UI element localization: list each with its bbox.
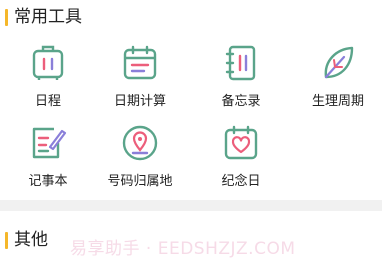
section-divider (0, 200, 382, 211)
section-title: 常用工具 (14, 6, 82, 27)
tool-memo[interactable]: 备忘录 (193, 40, 289, 120)
section-title: 其他 (14, 229, 48, 250)
luggage-icon (32, 45, 64, 80)
location-pin-icon (122, 125, 158, 161)
tool-schedule[interactable]: 日程 (0, 40, 96, 120)
section-accent-bar (5, 231, 8, 249)
notebook-icon (225, 45, 256, 81)
tool-notepad[interactable]: 记事本 (0, 120, 96, 200)
leaf-icon (324, 46, 354, 79)
tool-phone-location[interactable]: 号码归属地 (92, 120, 188, 200)
tool-label: 备忘录 (221, 94, 261, 109)
tool-date-calc[interactable]: 日期计算 (92, 40, 188, 120)
tool-label: 生理周期 (311, 94, 364, 109)
note-edit-icon (32, 127, 67, 159)
tool-anniversary[interactable]: 纪念日 (193, 120, 289, 200)
tool-menstrual-cycle[interactable]: 生理周期 (290, 40, 382, 120)
section-header-other: 其他 (0, 228, 48, 252)
tool-label: 纪念日 (221, 174, 261, 189)
watermark-text: 易享助手 · EEDSHZJZ.COM (70, 239, 296, 259)
tool-label: 日期计算 (113, 94, 166, 109)
section-accent-bar (5, 8, 8, 26)
tool-label: 记事本 (28, 174, 68, 189)
calendar-icon (123, 45, 157, 80)
tool-label: 日程 (34, 94, 61, 109)
section-header-common-tools: 常用工具 (0, 5, 82, 29)
tool-label: 号码归属地 (107, 174, 173, 189)
heart-calendar-icon (224, 125, 258, 160)
